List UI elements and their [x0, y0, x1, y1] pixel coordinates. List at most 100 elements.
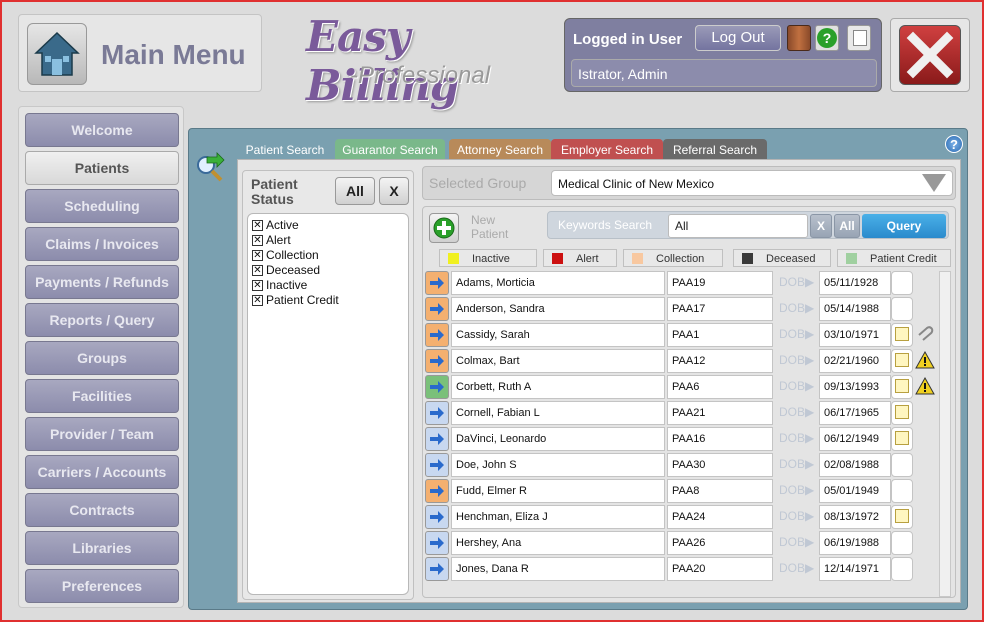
patient-name-cell[interactable]: Henchman, Eliza J: [451, 505, 665, 529]
warning-icon[interactable]: [915, 376, 935, 395]
status-item-inactive[interactable]: ✕ Inactive: [252, 278, 404, 293]
help-icon[interactable]: ?: [945, 135, 963, 153]
sidebar-item-libraries[interactable]: Libraries: [25, 531, 179, 565]
checkbox-checked[interactable]: ✕: [252, 265, 263, 276]
patient-dob-cell: 03/10/1971: [819, 323, 891, 347]
table-row[interactable]: Fudd, Elmer R PAA8 DOB▶ 05/01/1949: [425, 479, 937, 503]
open-patient-arrow-icon[interactable]: [425, 427, 449, 451]
open-patient-arrow-icon[interactable]: [425, 323, 449, 347]
table-row[interactable]: Jones, Dana R PAA20 DOB▶ 12/14/1971: [425, 557, 937, 581]
tab-guarantor-search[interactable]: Guarantor Search: [335, 139, 445, 161]
tab-patient-search[interactable]: Patient Search: [239, 139, 331, 161]
status-all-button[interactable]: All: [335, 177, 375, 205]
checkbox-checked[interactable]: ✕: [252, 235, 263, 246]
attachment-icon[interactable]: [915, 325, 935, 343]
patient-flag-box: [891, 271, 913, 295]
table-row[interactable]: Corbett, Ruth A PAA6 DOB▶ 09/13/1993: [425, 375, 937, 399]
open-patient-arrow-icon[interactable]: [425, 297, 449, 321]
table-row[interactable]: Doe, John S PAA30 DOB▶ 02/08/1988: [425, 453, 937, 477]
warning-icon[interactable]: [915, 350, 935, 369]
table-row[interactable]: Adams, Morticia PAA19 DOB▶ 05/11/1928: [425, 271, 937, 295]
note-icon[interactable]: [895, 353, 909, 367]
sidebar-item-patients[interactable]: Patients: [25, 151, 179, 185]
sidebar-item-contracts[interactable]: Contracts: [25, 493, 179, 527]
checkbox-checked[interactable]: ✕: [252, 280, 263, 291]
patient-name-cell[interactable]: Cornell, Fabian L: [451, 401, 665, 425]
sidebar-item-provider[interactable]: Provider / Team: [25, 417, 179, 451]
close-button[interactable]: [899, 25, 961, 85]
query-button[interactable]: Query: [862, 214, 946, 238]
patient-name-cell[interactable]: DaVinci, Leonardo: [451, 427, 665, 451]
open-patient-arrow-icon[interactable]: [425, 349, 449, 373]
table-row[interactable]: Cornell, Fabian L PAA21 DOB▶ 06/17/1965: [425, 401, 937, 425]
note-icon[interactable]: [895, 431, 909, 445]
sidebar-item-preferences[interactable]: Preferences: [25, 569, 179, 603]
open-patient-arrow-icon[interactable]: [425, 531, 449, 555]
sidebar-item-payments[interactable]: Payments / Refunds: [25, 265, 179, 299]
open-patient-arrow-icon[interactable]: [425, 557, 449, 581]
status-item-active[interactable]: ✕ Active: [252, 218, 404, 233]
checkbox-checked[interactable]: ✕: [252, 250, 263, 261]
open-patient-arrow-icon[interactable]: [425, 453, 449, 477]
sidebar-item-scheduling[interactable]: Scheduling: [25, 189, 179, 223]
dropdown-arrow-icon[interactable]: [922, 174, 946, 192]
keywords-clear-button[interactable]: X: [810, 214, 832, 238]
checkbox-checked[interactable]: ✕: [252, 220, 263, 231]
sidebar-item-carriers[interactable]: Carriers / Accounts: [25, 455, 179, 489]
home-button[interactable]: [27, 23, 87, 85]
open-patient-arrow-icon[interactable]: [425, 505, 449, 529]
sidebar-item-reports[interactable]: Reports / Query: [25, 303, 179, 337]
table-row[interactable]: DaVinci, Leonardo PAA16 DOB▶ 06/12/1949: [425, 427, 937, 451]
tab-employer-search[interactable]: Employer Search: [551, 139, 663, 161]
patient-name-cell[interactable]: Hershey, Ana: [451, 531, 665, 555]
sidebar-item-facilities[interactable]: Facilities: [25, 379, 179, 413]
group-dropdown[interactable]: Medical Clinic of New Mexico: [551, 170, 953, 196]
patient-dob-cell: 05/11/1928: [819, 271, 891, 295]
patient-name-cell[interactable]: Jones, Dana R: [451, 557, 665, 581]
logout-button[interactable]: Log Out: [695, 25, 781, 51]
open-patient-arrow-icon[interactable]: [425, 479, 449, 503]
notes-icon[interactable]: [847, 25, 871, 51]
table-row[interactable]: Hershey, Ana PAA26 DOB▶ 06/19/1988: [425, 531, 937, 555]
legend-inactive: Inactive: [439, 249, 537, 267]
checkbox-checked[interactable]: ✕: [252, 295, 263, 306]
new-patient-button[interactable]: [429, 213, 459, 243]
keywords-all-button[interactable]: All: [834, 214, 860, 238]
patient-name-cell[interactable]: Anderson, Sandra: [451, 297, 665, 321]
table-row[interactable]: Henchman, Eliza J PAA24 DOB▶ 08/13/1972: [425, 505, 937, 529]
help-icon[interactable]: ?: [815, 25, 839, 51]
open-patient-arrow-icon[interactable]: [425, 401, 449, 425]
patient-dob-cell: 06/12/1949: [819, 427, 891, 451]
table-scrollbar[interactable]: [939, 271, 951, 597]
patient-name-cell[interactable]: Fudd, Elmer R: [451, 479, 665, 503]
patient-name-cell[interactable]: Adams, Morticia: [451, 271, 665, 295]
patient-name-cell[interactable]: Colmax, Bart: [451, 349, 665, 373]
open-patient-arrow-icon[interactable]: [425, 271, 449, 295]
note-icon[interactable]: [895, 379, 909, 393]
status-item-deceased[interactable]: ✕ Deceased: [252, 263, 404, 278]
close-icon: [906, 31, 954, 79]
tab-attorney-search[interactable]: Attorney Search: [449, 139, 551, 161]
table-row[interactable]: Cassidy, Sarah PAA1 DOB▶ 03/10/1971: [425, 323, 937, 347]
status-item-collection[interactable]: ✕ Collection: [252, 248, 404, 263]
search-icon[interactable]: [193, 151, 229, 187]
keywords-search-input[interactable]: All: [668, 214, 808, 238]
note-icon[interactable]: [895, 405, 909, 419]
patient-name-cell[interactable]: Doe, John S: [451, 453, 665, 477]
tab-referral-search[interactable]: Referral Search: [663, 139, 767, 161]
status-item-credit[interactable]: ✕ Patient Credit: [252, 293, 404, 308]
patient-flag-box: [891, 479, 913, 503]
note-icon[interactable]: [895, 509, 909, 523]
sidebar-item-welcome[interactable]: Welcome: [25, 113, 179, 147]
status-item-alert[interactable]: ✕ Alert: [252, 233, 404, 248]
sidebar-item-groups[interactable]: Groups: [25, 341, 179, 375]
patient-name-cell[interactable]: Corbett, Ruth A: [451, 375, 665, 399]
status-clear-button[interactable]: X: [379, 177, 409, 205]
note-icon[interactable]: [895, 327, 909, 341]
sidebar-item-claims[interactable]: Claims / Invoices: [25, 227, 179, 261]
bookshelf-icon[interactable]: [787, 25, 811, 51]
open-patient-arrow-icon[interactable]: [425, 375, 449, 399]
patient-name-cell[interactable]: Cassidy, Sarah: [451, 323, 665, 347]
table-row[interactable]: Anderson, Sandra PAA17 DOB▶ 05/14/1988: [425, 297, 937, 321]
table-row[interactable]: Colmax, Bart PAA12 DOB▶ 02/21/1960: [425, 349, 937, 373]
